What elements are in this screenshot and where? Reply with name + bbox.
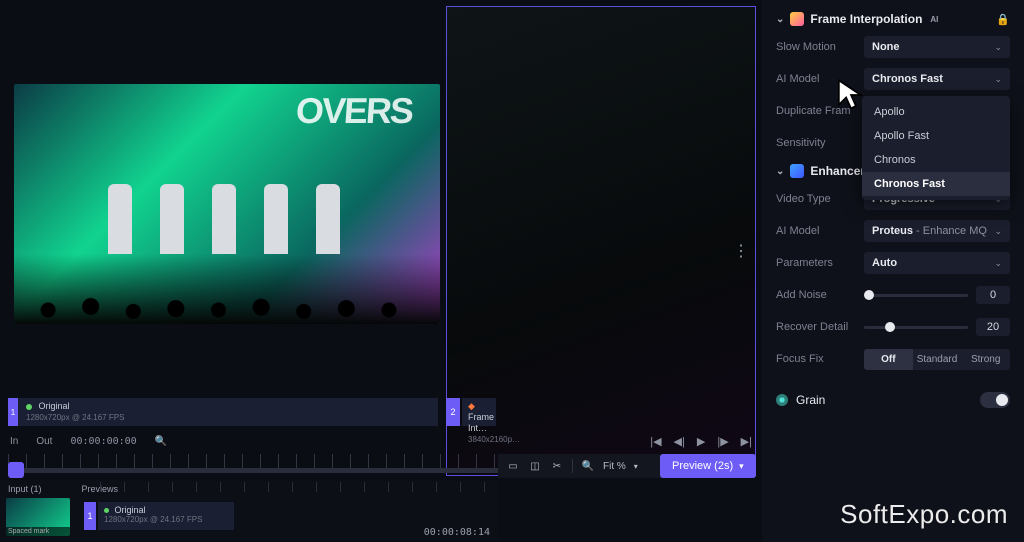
focus-fix-segmented[interactable]: Off Standard Strong [864, 349, 1010, 370]
track-clip-original[interactable]: Original 1280x720px @ 24.167 FPS [98, 502, 234, 530]
crowd-silhouette [14, 254, 440, 324]
ai-badge: AI [930, 15, 938, 24]
recover-detail-row: Recover Detail 20 [776, 316, 1010, 338]
playhead-handle[interactable] [8, 462, 24, 478]
lock-icon[interactable]: 🔒 [996, 13, 1010, 26]
add-noise-row: Add Noise 0 [776, 284, 1010, 306]
recover-detail-label: Recover Detail [776, 321, 864, 333]
lower-ruler[interactable] [100, 482, 490, 492]
zoom-select[interactable]: Fit % [603, 461, 626, 472]
skip-end-icon[interactable]: ▶| [741, 435, 752, 448]
zoom-icon[interactable]: 🔍 [581, 461, 595, 472]
add-noise-value[interactable]: 0 [976, 286, 1010, 304]
timeline-ruler[interactable] [8, 454, 498, 468]
enh-model-label: AI Model [776, 225, 864, 237]
timecode: 00:00:00:00 [70, 436, 136, 447]
focus-fix-strong[interactable]: Strong [961, 349, 1010, 370]
dropdown-option-chronos-fast[interactable]: Chronos Fast [862, 172, 1010, 196]
parameters-row: Parameters Auto⌄ [776, 252, 1010, 274]
timeline-end-timecode: 00:00:08:14 [424, 527, 490, 538]
in-marker[interactable]: In [10, 436, 18, 447]
input-header: Input (1) [8, 484, 42, 494]
clip-index-2[interactable]: 2 [446, 398, 460, 426]
chevron-down-icon: ⌄ [776, 166, 784, 177]
chevron-down-icon: ▾ [739, 461, 744, 472]
preview-button[interactable]: Preview (2s)▾ [660, 454, 756, 478]
status-dot-icon [104, 508, 109, 513]
grain-header[interactable]: Grain [776, 392, 1010, 408]
track-title: Original [115, 505, 146, 515]
clip-card-frameinterp[interactable]: ◆ Frame Int… 3840x2160p… [462, 398, 496, 426]
dropdown-option-apollo[interactable]: Apollo [862, 100, 1010, 124]
filter-icon: ◆ [468, 401, 475, 411]
chevron-down-icon: ⌄ [776, 14, 784, 25]
transport-bar: In Out 00:00:00:00 🔍 |◀ ◀| ▶ |▶ ▶| [10, 432, 752, 450]
clip-resolution: 1280x720px @ 24.167 FPS [26, 412, 432, 423]
stage-banner-text: OVERS [294, 90, 413, 132]
section-title: Frame Interpolation [810, 12, 922, 26]
input-thumbnail[interactable]: Spaced mark [6, 498, 70, 536]
settings-sidebar: ⌄ Frame Interpolation AI 🔒 Slow Motion N… [762, 0, 1024, 542]
focus-fix-off[interactable]: Off [864, 349, 913, 370]
frame-interpolation-icon [790, 12, 804, 26]
grain-icon [776, 394, 788, 406]
ai-model-dropdown[interactable]: Apollo Apollo Fast Chronos Chronos Fast [862, 96, 1010, 200]
lower-timeline-panel: Input (1) Previews Spaced mark 1 Origina… [0, 480, 498, 540]
grain-toggle[interactable] [980, 392, 1010, 408]
crop-icon[interactable]: ✂ [550, 461, 564, 472]
cursor-icon [836, 78, 866, 117]
focus-fix-row: Focus Fix Off Standard Strong [776, 348, 1010, 370]
add-noise-slider[interactable] [864, 294, 968, 297]
split-view-icon[interactable]: ◫ [528, 461, 542, 472]
clip-card-original[interactable]: 1 Original 1280x720px @ 24.167 FPS [8, 398, 438, 426]
skip-start-icon[interactable]: |◀ [650, 435, 661, 448]
chevron-down-icon: ⌄ [994, 74, 1002, 85]
ai-model-select[interactable]: Chronos Fast⌄ [864, 68, 1010, 90]
focus-fix-label: Focus Fix [776, 353, 864, 365]
preview-menu-icon[interactable]: ⋮ [733, 241, 749, 261]
recover-detail-slider[interactable] [864, 326, 968, 329]
enh-model-select[interactable]: Proteus - Enhance MQ⌄ [864, 220, 1010, 242]
sensitivity-label: Sensitivity [776, 137, 864, 149]
slow-motion-label: Slow Motion [776, 41, 864, 53]
editor-left-pane: OVERS ◆ TL ⋮ 1 Original 1280x720px @ 24.… [0, 0, 760, 542]
dropdown-option-apollo-fast[interactable]: Apollo Fast [862, 124, 1010, 148]
parameters-select[interactable]: Auto⌄ [864, 252, 1010, 274]
preview-tag: ◆ TL [590, 0, 612, 2]
grain-title: Grain [796, 393, 825, 407]
add-noise-label: Add Noise [776, 289, 864, 301]
ai-model-row: AI Model Chronos Fast⌄ [776, 68, 1010, 90]
frame-back-icon[interactable]: ◀| [674, 435, 685, 448]
play-icon[interactable]: ▶ [697, 435, 705, 448]
enh-model-row: AI Model Proteus - Enhance MQ⌄ [776, 220, 1010, 242]
frame-forward-icon[interactable]: |▶ [717, 435, 728, 448]
clip-title: Original [39, 401, 70, 411]
preview-original[interactable]: OVERS [14, 84, 440, 324]
slow-motion-row: Slow Motion None⌄ [776, 36, 1010, 58]
enhancement-icon [790, 164, 804, 178]
dropdown-option-chronos[interactable]: Chronos [862, 148, 1010, 172]
focus-fix-standard[interactable]: Standard [913, 349, 962, 370]
frame-interpolation-header[interactable]: ⌄ Frame Interpolation AI 🔒 [776, 12, 1010, 26]
thumb-caption: Spaced mark [6, 527, 70, 536]
clip-index-1: 1 [8, 398, 18, 426]
search-icon[interactable]: 🔍 [155, 436, 167, 447]
slow-motion-select[interactable]: None⌄ [864, 36, 1010, 58]
video-type-label: Video Type [776, 193, 864, 205]
single-view-icon[interactable]: ▭ [506, 461, 520, 472]
out-marker[interactable]: Out [36, 436, 52, 447]
track-sub: 1280x720px @ 24.167 FPS [104, 515, 228, 524]
recover-detail-value[interactable]: 20 [976, 318, 1010, 336]
status-dot-icon [26, 404, 32, 410]
timeline-track[interactable] [8, 468, 498, 473]
track-index[interactable]: 1 [84, 502, 96, 530]
parameters-label: Parameters [776, 257, 864, 269]
chevron-down-icon: ⌄ [994, 42, 1002, 53]
